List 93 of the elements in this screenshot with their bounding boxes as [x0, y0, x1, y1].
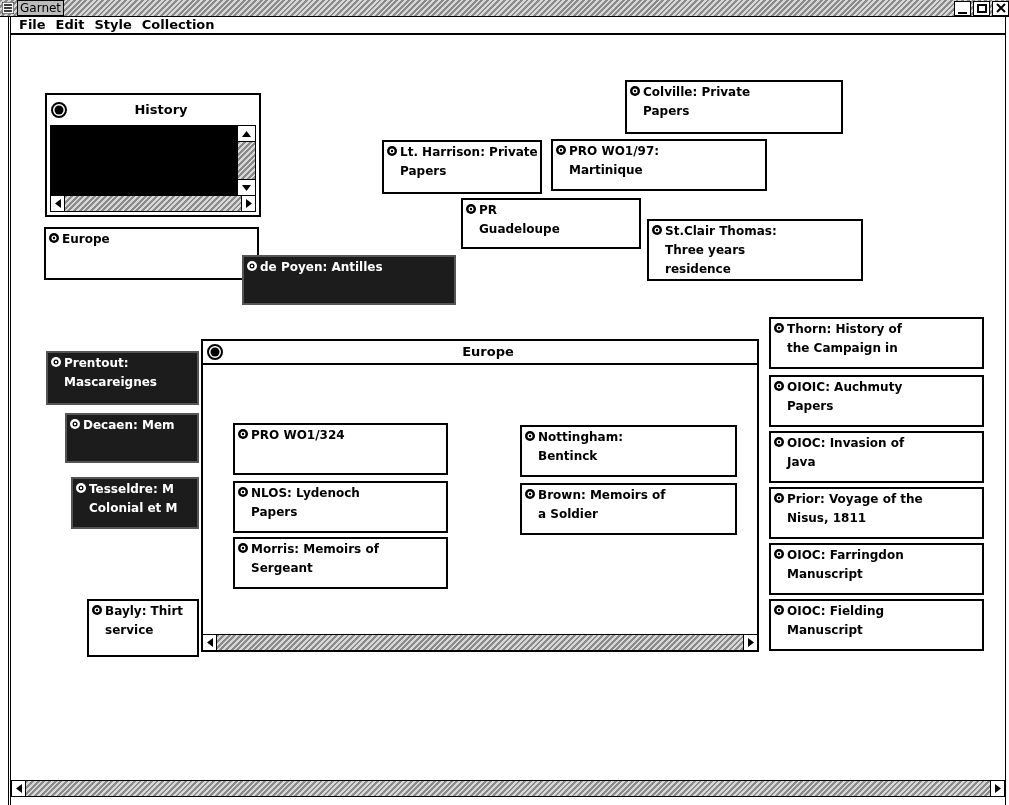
note-card[interactable]: OIOIC: Auchmuty Papers	[769, 375, 984, 427]
note-text: OIOC: Invasion of Java	[787, 435, 905, 471]
note-card[interactable]: NLOS: Lydenoch Papers	[233, 481, 448, 533]
note-card[interactable]: Thorn: History of the Campaign in	[769, 317, 984, 369]
note-card[interactable]: OIOC: Fielding Manuscript	[769, 599, 984, 651]
note-text: Europe	[62, 231, 110, 248]
scroll-right-button[interactable]	[241, 196, 255, 211]
note-card[interactable]: Europe	[44, 227, 259, 280]
up-arrow-icon	[242, 130, 251, 137]
left-arrow-icon	[15, 784, 22, 793]
note-card[interactable]: Morris: Memoirs of Sergeant	[233, 537, 448, 589]
note-text: Decaen: Mem	[83, 417, 175, 434]
circle-icon[interactable]	[246, 260, 258, 272]
circle-icon[interactable]	[69, 418, 81, 430]
note-text: OIOC: Fielding Manuscript	[787, 603, 885, 639]
circle-icon[interactable]	[465, 203, 477, 215]
note-text: PRO WO1/97: Martinique	[569, 143, 660, 179]
right-arrow-icon	[994, 784, 1001, 793]
circle-icon[interactable]	[50, 356, 62, 368]
circle-icon[interactable]	[237, 542, 249, 554]
note-card[interactable]: Prior: Voyage of the Nisus, 1811	[769, 487, 984, 539]
circle-icon[interactable]	[75, 482, 87, 494]
right-arrow-icon	[245, 199, 252, 208]
circle-icon[interactable]	[386, 145, 398, 157]
note-card[interactable]: Bayly: Thirt service	[87, 599, 199, 657]
minimize-icon	[958, 10, 967, 15]
window-title: Garnet	[17, 0, 65, 16]
circle-icon[interactable]	[773, 492, 785, 504]
circle-icon[interactable]	[207, 344, 223, 360]
note-text: Prentout: Mascareignes	[64, 355, 157, 391]
note-card[interactable]: Nottingham: Bentinck	[520, 425, 737, 477]
note-card[interactable]: Decaen: Mem	[65, 413, 199, 463]
note-text: Lt. Harrison: Private Papers	[400, 144, 538, 180]
right-arrow-icon	[747, 638, 754, 647]
note-text: Colville: Private Papers	[643, 84, 751, 120]
circle-icon[interactable]	[51, 102, 67, 118]
scroll-right-button[interactable]	[990, 781, 1004, 796]
left-arrow-icon	[206, 638, 213, 647]
note-text: PR Guadeloupe	[479, 202, 560, 238]
note-card[interactable]: OIOC: Farringdon Manuscript	[769, 543, 984, 595]
menu-item[interactable]: Edit	[55, 17, 85, 33]
window-title: Europe	[461, 343, 515, 362]
note-text: PRO WO1/324	[251, 427, 345, 444]
circle-icon[interactable]	[773, 604, 785, 616]
menu-item[interactable]: Style	[94, 17, 132, 33]
circle-icon[interactable]	[237, 428, 249, 440]
scroll-right-button[interactable]	[743, 635, 757, 650]
close-icon	[995, 3, 1006, 13]
maximize-button[interactable]	[973, 0, 990, 16]
note-card[interactable]: PR Guadeloupe	[461, 198, 641, 249]
note-card[interactable]: Prentout: Mascareignes	[46, 351, 199, 405]
circle-icon[interactable]	[773, 380, 785, 392]
note-card[interactable]: St.Clair Thomas: Three years residence	[647, 219, 863, 281]
note-text: OIOC: Farringdon Manuscript	[787, 547, 904, 583]
note-text: NLOS: Lydenoch Papers	[251, 485, 360, 521]
circle-icon[interactable]	[651, 224, 663, 236]
note-text: Morris: Memoirs of Sergeant	[251, 541, 379, 577]
circle-icon[interactable]	[524, 430, 536, 442]
circle-icon[interactable]	[48, 232, 60, 244]
note-card[interactable]: Lt. Harrison: Private Papers	[382, 140, 542, 194]
circle-icon[interactable]	[524, 488, 536, 500]
note-card[interactable]: OIOC: Invasion of Java	[769, 431, 984, 483]
down-arrow-icon	[242, 184, 251, 191]
circle-icon[interactable]	[629, 85, 641, 97]
maximize-icon	[976, 3, 987, 13]
panel-title: History	[133, 101, 189, 120]
circle-icon[interactable]	[237, 486, 249, 498]
minimize-button[interactable]	[954, 0, 971, 16]
circle-icon[interactable]	[91, 604, 103, 616]
note-card[interactable]: Colville: Private Papers	[625, 80, 843, 134]
note-text: Prior: Voyage of the Nisus, 1811	[787, 491, 923, 527]
left-arrow-icon	[54, 199, 61, 208]
note-card[interactable]: Brown: Memoirs of a Soldier	[520, 483, 737, 535]
note-text: OIOIC: Auchmuty Papers	[787, 379, 903, 415]
circle-icon[interactable]	[555, 144, 567, 156]
menu-icon[interactable]	[2, 2, 14, 14]
note-text: Brown: Memoirs of a Soldier	[538, 487, 666, 523]
note-text: Nottingham: Bentinck	[538, 429, 623, 465]
note-card[interactable]: de Poyen: Antilles	[242, 255, 456, 305]
note-text: de Poyen: Antilles	[260, 259, 383, 276]
circle-icon[interactable]	[773, 548, 785, 560]
menu-item[interactable]: Collection	[141, 17, 215, 33]
menu-item[interactable]: File	[19, 17, 46, 33]
close-button[interactable]	[992, 0, 1009, 16]
note-card[interactable]: PRO WO1/97: Martinique	[551, 139, 767, 191]
note-text: Thorn: History of the Campaign in	[787, 321, 903, 357]
note-text: St.Clair Thomas: Three years residence	[665, 223, 777, 278]
note-text: Tesseldre: M Colonial et M	[89, 481, 178, 517]
circle-icon[interactable]	[773, 436, 785, 448]
note-text: Bayly: Thirt service	[105, 603, 184, 639]
note-card[interactable]: PRO WO1/324	[233, 423, 448, 475]
note-card[interactable]: Tesseldre: M Colonial et M	[71, 477, 199, 529]
circle-icon[interactable]	[773, 322, 785, 334]
